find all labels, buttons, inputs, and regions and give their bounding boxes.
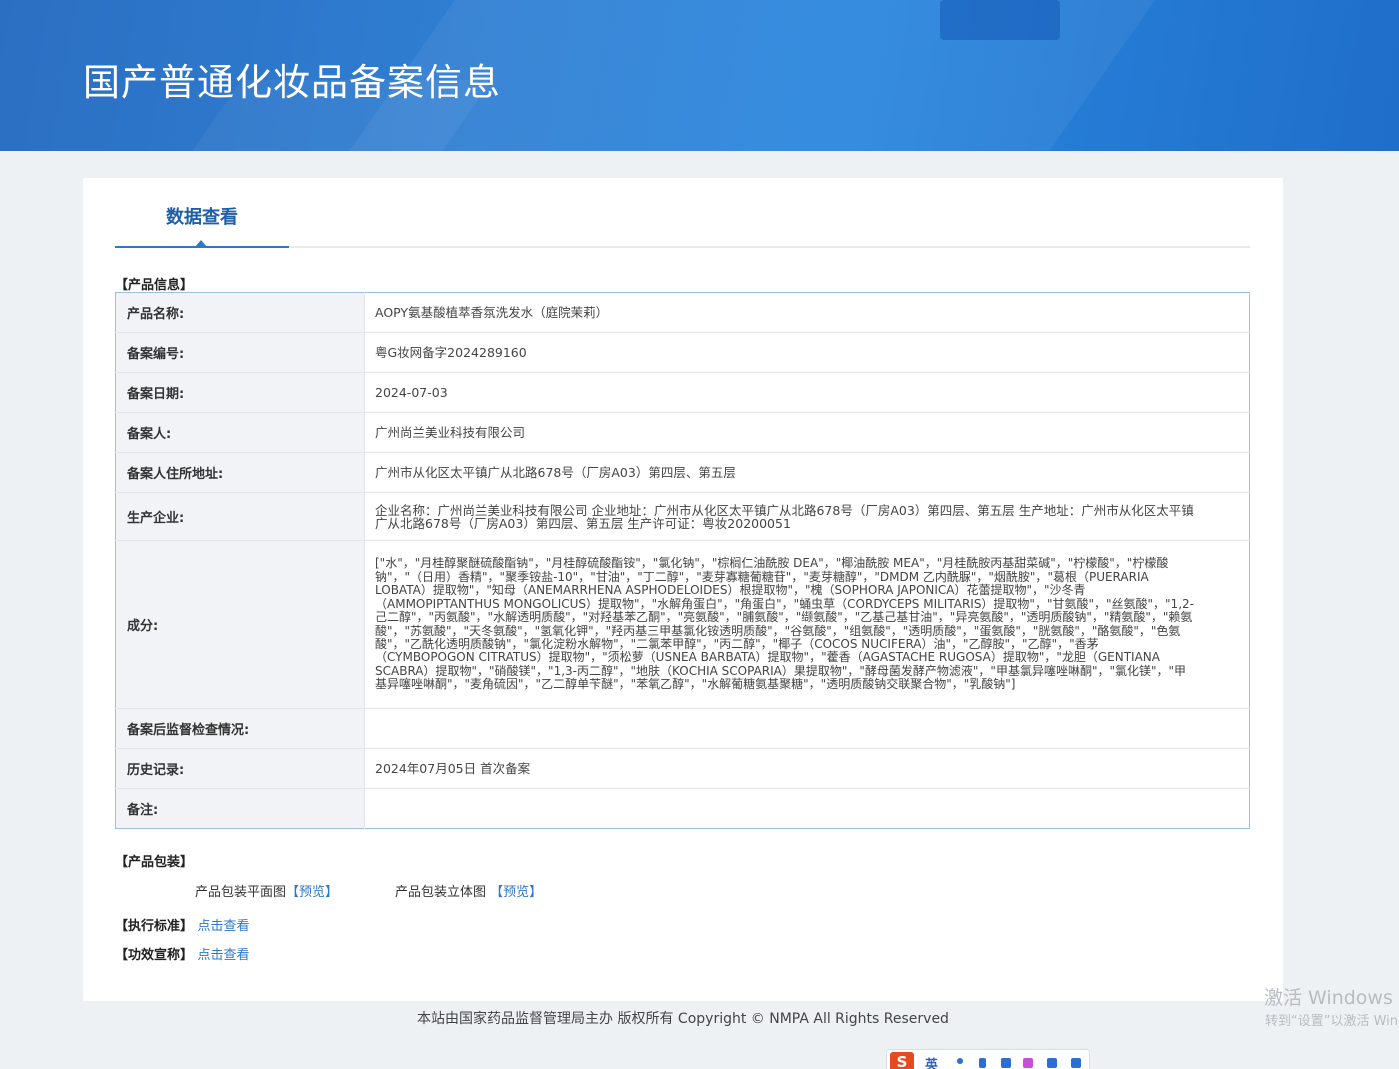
- efficacy-row: 【功效宣称】 点击查看: [115, 944, 250, 963]
- row-value: 广州市从化区太平镇广从北路678号（厂房A03）第四层、第五层: [364, 452, 1250, 493]
- sogou-logo-icon: S: [890, 1052, 914, 1069]
- game-icon[interactable]: [1047, 1058, 1057, 1068]
- packaging-section-label: 【产品包装】: [115, 855, 194, 870]
- row-key: 备注:: [115, 788, 365, 829]
- packaging-flat-label: 产品包装平面图: [195, 885, 287, 900]
- packaging-flat-item: 产品包装平面图【预览】: [195, 881, 338, 900]
- skin-icon[interactable]: [1023, 1058, 1033, 1068]
- keyboard-icon[interactable]: [1001, 1058, 1011, 1068]
- standards-row: 【执行标准】 点击查看: [115, 915, 250, 934]
- page-banner: 国产普通化妆品备案信息: [0, 0, 1399, 151]
- packaging-solid-preview-link[interactable]: 【预览】: [490, 885, 542, 900]
- table-row: 产品名称: AOPY氨基酸植萃香氛洗发水（庭院茉莉）: [115, 292, 1250, 333]
- row-key: 备案人:: [115, 412, 365, 453]
- row-value: [364, 708, 1250, 749]
- windows-activation-hint: 转到“设置”以激活 Windows。: [1265, 1014, 1399, 1029]
- row-value: AOPY氨基酸植萃香氛洗发水（庭院茉莉）: [364, 292, 1250, 333]
- row-value: 广州尚兰美业科技有限公司: [364, 412, 1250, 453]
- standards-label: 【执行标准】: [115, 919, 194, 934]
- windows-activation-watermark: 激活 Windows: [1264, 987, 1393, 1009]
- table-row: 备案人: 广州尚兰美业科技有限公司: [115, 412, 1250, 453]
- microphone-icon[interactable]: [979, 1058, 986, 1068]
- tab-active-caret-icon: [195, 240, 207, 247]
- table-row: 历史记录: 2024年07月05日 首次备案: [115, 748, 1250, 789]
- ingredients-value: ["水"，"月桂醇聚醚硫酸酯钠"，"月桂醇硫酸酯铵"，"氯化钠"，"棕榈仁油酰胺…: [364, 540, 1250, 709]
- ime-toolbar[interactable]: S 英: [886, 1049, 1090, 1069]
- table-row: 生产企业: 企业名称：广州尚兰美业科技有限公司 企业地址：广州市从化区太平镇广从…: [115, 492, 1250, 541]
- footer-copyright: 本站由国家药品监督管理局主办 版权所有 Copyright © NMPA All…: [417, 1011, 949, 1027]
- table-row: 备案后监督检查情况:: [115, 708, 1250, 749]
- packaging-flat-preview-link[interactable]: 【预览】: [286, 885, 338, 900]
- efficacy-view-link[interactable]: 点击查看: [198, 948, 250, 963]
- content-card: 数据查看 【产品信息】 产品名称: AOPY氨基酸植萃香氛洗发水（庭院茉莉） 备…: [83, 178, 1283, 1001]
- row-value: 2024年07月05日 首次备案: [364, 748, 1250, 789]
- ime-language-mode[interactable]: 英: [925, 1054, 938, 1069]
- row-value: 2024-07-03: [364, 372, 1250, 413]
- row-key: 备案编号:: [115, 332, 365, 373]
- row-key: 成分:: [115, 540, 365, 709]
- packaging-solid-item: 产品包装立体图 【预览】: [395, 881, 542, 900]
- standards-view-link[interactable]: 点击查看: [198, 919, 250, 934]
- table-row: 备案日期: 2024-07-03: [115, 372, 1250, 413]
- row-key: 备案后监督检查情况:: [115, 708, 365, 749]
- toolbox-grid-icon[interactable]: [1071, 1058, 1081, 1068]
- punctuation-icon[interactable]: [957, 1058, 963, 1064]
- product-info-section-label: 【产品信息】: [115, 278, 194, 293]
- table-row: 备案编号: 粤G妆网备字2024289160: [115, 332, 1250, 373]
- page-title: 国产普通化妆品备案信息: [83, 61, 501, 104]
- table-row: 成分: ["水"，"月桂醇聚醚硫酸酯钠"，"月桂醇硫酸酯铵"，"氯化钠"，"棕榈…: [115, 540, 1250, 709]
- banner-decoration: [940, 0, 1060, 40]
- efficacy-label: 【功效宣称】: [115, 948, 194, 963]
- table-row: 备注:: [115, 788, 1250, 829]
- row-key: 历史记录:: [115, 748, 365, 789]
- packaging-solid-label: 产品包装立体图: [395, 885, 487, 900]
- row-key: 备案日期:: [115, 372, 365, 413]
- row-key: 备案人住所地址:: [115, 452, 365, 493]
- row-value: 企业名称：广州尚兰美业科技有限公司 企业地址：广州市从化区太平镇广从北路678号…: [364, 492, 1250, 541]
- row-key: 产品名称:: [115, 292, 365, 333]
- tab-bar: 数据查看: [115, 202, 1250, 248]
- row-key: 生产企业:: [115, 492, 365, 541]
- table-row: 备案人住所地址: 广州市从化区太平镇广从北路678号（厂房A03）第四层、第五层: [115, 452, 1250, 493]
- row-value: 粤G妆网备字2024289160: [364, 332, 1250, 373]
- product-info-table: 产品名称: AOPY氨基酸植萃香氛洗发水（庭院茉莉） 备案编号: 粤G妆网备字2…: [115, 292, 1250, 829]
- row-value: [365, 789, 1250, 829]
